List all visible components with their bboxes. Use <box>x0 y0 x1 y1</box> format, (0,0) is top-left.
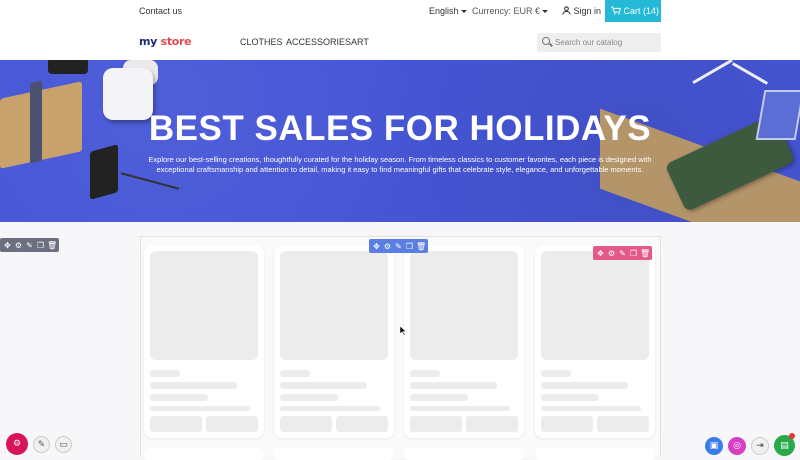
product-card-placeholder <box>274 448 394 460</box>
hero-title: BEST SALES FOR HOLIDAYS <box>148 109 652 148</box>
edit-icon[interactable]: ✎ <box>25 241 34 250</box>
product-card-placeholder <box>535 245 655 438</box>
edit-toggle-fab[interactable]: ✎ <box>33 436 50 453</box>
exit-fab[interactable]: ⇥ <box>751 437 769 455</box>
main-header: my store CLOTHES ACCESSORIES ART Search … <box>0 22 800 60</box>
logo-text-store: store <box>160 35 192 48</box>
edit-icon[interactable]: ✎ <box>394 242 403 251</box>
block-toolbar: ✥ ⚙ ✎ ❐ 🗑 <box>369 239 428 253</box>
nav-item-accessories[interactable]: ACCESSORIES <box>286 37 351 47</box>
move-icon[interactable]: ✥ <box>3 241 12 250</box>
product-card-placeholder <box>404 245 524 438</box>
charger-image <box>90 144 118 200</box>
contact-us-link[interactable]: Contact us <box>139 6 182 16</box>
skeleton-line <box>280 394 338 401</box>
edit-icon[interactable]: ✎ <box>618 249 627 258</box>
cart-label: Cart (14) <box>623 6 660 16</box>
nav-item-clothes[interactable]: CLOTHES <box>240 37 283 47</box>
logo-text-my: my <box>139 35 158 48</box>
search-icon <box>542 37 550 45</box>
search-input[interactable]: Search our catalog <box>537 33 661 52</box>
user-icon <box>562 6 571 15</box>
section-toolbar: ✥ ⚙ ✎ ❐ 🗑 <box>0 238 59 252</box>
cart-icon <box>611 6 622 15</box>
move-icon[interactable]: ✥ <box>596 249 605 258</box>
move-icon[interactable]: ✥ <box>372 242 381 251</box>
skeleton-button <box>541 416 593 432</box>
skeleton-line <box>541 370 571 377</box>
skeleton-button <box>336 416 388 432</box>
skeleton-line <box>150 406 250 411</box>
cart-button[interactable]: Cart (14) <box>605 0 661 22</box>
settings-icon[interactable]: ⚙ <box>607 249 616 258</box>
chevron-down-icon <box>460 10 467 14</box>
settings-icon[interactable]: ⚙ <box>383 242 392 251</box>
skeleton-line <box>541 406 641 411</box>
product-image-placeholder <box>541 251 649 360</box>
skeleton-line <box>410 370 440 377</box>
edit-toggle-icon: ✎ <box>37 439 46 450</box>
product-card-placeholder <box>144 245 264 438</box>
skeleton-line <box>150 370 180 377</box>
publish-icon: ▤ <box>780 440 789 451</box>
skeleton-button <box>466 416 518 432</box>
mouse-cursor <box>400 326 407 336</box>
delete-icon[interactable]: 🗑 <box>416 242 426 251</box>
skeleton-button <box>280 416 332 432</box>
currency-selector[interactable]: Currency: EUR € <box>472 6 549 16</box>
exit-icon: ⇥ <box>756 441 764 451</box>
skeleton-line <box>280 406 380 411</box>
save-draft-fab[interactable]: ▣ <box>705 437 723 455</box>
theme-icon: ◎ <box>733 441 741 451</box>
product-card-placeholder <box>144 448 264 460</box>
notification-dot <box>789 433 795 439</box>
delete-icon[interactable]: 🗑 <box>640 249 650 258</box>
sign-in-label: Sign in <box>573 6 602 16</box>
chevron-down-icon <box>542 10 549 14</box>
settings-fab[interactable]: ⚙ <box>6 433 28 455</box>
product-card-placeholder <box>535 448 655 460</box>
skeleton-line <box>150 394 208 401</box>
skeleton-line <box>410 406 510 411</box>
skeleton-line <box>150 382 237 389</box>
duplicate-icon[interactable]: ❐ <box>36 241 45 250</box>
search-placeholder: Search our catalog <box>555 38 623 47</box>
hero-description: Explore our best-selling creations, thou… <box>148 155 652 174</box>
duplicate-icon[interactable]: ❐ <box>629 249 638 258</box>
product-image-placeholder <box>280 251 388 360</box>
sign-in-link[interactable]: Sign in <box>562 6 601 16</box>
language-label: English <box>429 6 459 16</box>
skeleton-button <box>206 416 258 432</box>
top-bar: Contact us English Currency: EUR € Sign … <box>0 0 800 22</box>
duplicate-icon[interactable]: ❐ <box>405 242 414 251</box>
camera-image <box>48 60 88 74</box>
skeleton-line <box>280 382 367 389</box>
skeleton-line <box>410 394 468 401</box>
skeleton-line <box>541 382 628 389</box>
skeleton-button <box>410 416 462 432</box>
preview-desktop-icon: ▭ <box>59 439 68 450</box>
store-logo[interactable]: my store <box>139 35 192 48</box>
settings-icon: ⚙ <box>12 439 22 449</box>
skeleton-button <box>597 416 649 432</box>
language-selector[interactable]: English <box>429 6 467 16</box>
theme-fab[interactable]: ◎ <box>728 437 746 455</box>
nav-item-art[interactable]: ART <box>351 37 369 47</box>
skeleton-line <box>410 382 497 389</box>
save-draft-icon: ▣ <box>709 441 719 451</box>
hero-banner: BEST SALES FOR HOLIDAYS Explore our best… <box>0 60 800 222</box>
widget-toolbar: ✥ ⚙ ✎ ❐ 🗑 <box>593 246 652 260</box>
skeleton-button <box>150 416 202 432</box>
skeleton-line <box>541 394 599 401</box>
skeleton-line <box>280 370 310 377</box>
product-image-placeholder <box>410 251 518 360</box>
product-card-placeholder <box>404 448 524 460</box>
delete-icon[interactable]: 🗑 <box>47 241 57 250</box>
product-card-placeholder <box>274 245 394 438</box>
product-image-placeholder <box>150 251 258 360</box>
preview-desktop-fab[interactable]: ▭ <box>55 436 72 453</box>
settings-icon[interactable]: ⚙ <box>14 241 23 250</box>
currency-label: Currency: EUR € <box>472 6 541 16</box>
